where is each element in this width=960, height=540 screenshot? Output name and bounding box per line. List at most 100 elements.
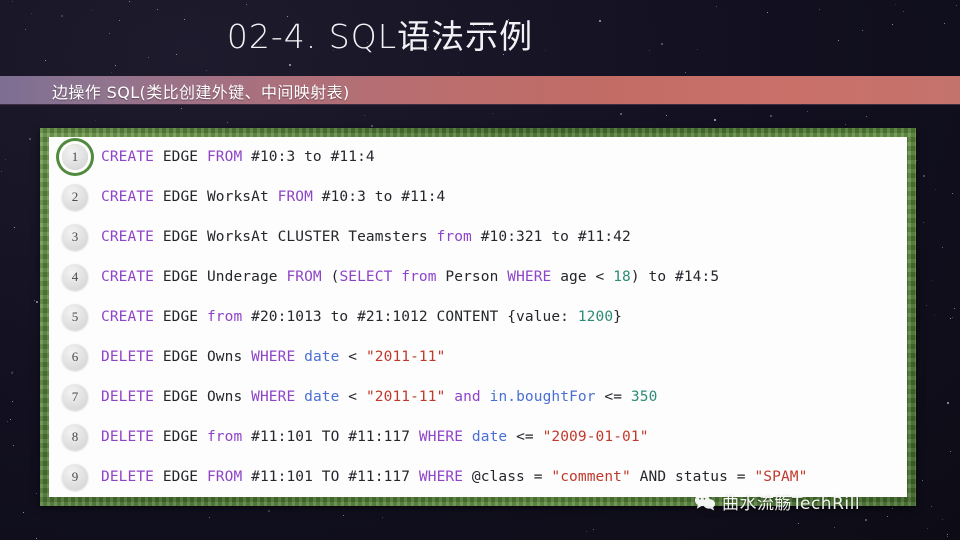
code-token: age < (551, 269, 614, 285)
code-token: CREATE (101, 229, 154, 245)
code-token: EDGE WorksAt (153, 189, 278, 205)
code-token: 350 (630, 389, 658, 405)
code-token: WHERE (251, 389, 296, 405)
code-line-text: CREATE EDGE WorksAt CLUSTER Teamsters fr… (101, 229, 631, 245)
code-line-text: CREATE EDGE WorksAt FROM #10:3 to #11:4 (101, 189, 445, 205)
code-token: DELETE (101, 469, 154, 485)
code-line[interactable]: 5 CREATE EDGE from #20:1013 to #21:1012 C… (49, 297, 907, 337)
line-number-gutter: 8 (49, 424, 101, 450)
code-token: "2011-11" (365, 389, 446, 405)
code-line[interactable]: 3 CREATE EDGE WorksAt CLUSTER Teamsters f… (49, 217, 907, 257)
code-token: 1200 (577, 309, 614, 325)
code-token: date (471, 429, 508, 445)
code-token: Person (436, 269, 508, 285)
line-number-badge: 7 (62, 384, 88, 410)
code-token: #10:3 to #11:4 (312, 189, 446, 205)
slide-root: 02-4. SQL语法示例 边操作 SQL(类比创建外键、中间映射表) 1 CRE… (0, 0, 960, 540)
code-token: FROM (206, 469, 243, 485)
code-token: "SPAM" (754, 469, 808, 485)
code-line-text: DELETE EDGE from #11:101 TO #11:117 WHER… (101, 429, 649, 445)
code-token: 18 (613, 269, 631, 285)
line-number-gutter: 9 (49, 464, 101, 490)
code-line-text: CREATE EDGE Underage FROM (SELECT from P… (101, 269, 719, 285)
code-line[interactable]: 4 CREATE EDGE Underage FROM (SELECT from … (49, 257, 907, 297)
code-token: CREATE (101, 269, 154, 285)
code-frame-border: 1 CREATE EDGE FROM #10:3 to #11:4 2 CREATE … (40, 128, 916, 506)
code-token: "2011-11" (365, 349, 446, 365)
code-token: "2009-01-01" (542, 429, 649, 445)
line-number-badge: 1 (62, 144, 88, 170)
code-token: EDGE (153, 429, 207, 445)
code-token: WHERE (507, 269, 552, 285)
code-token: AND status = (630, 469, 755, 485)
code-token: #10:3 to #11:4 (242, 149, 375, 165)
code-token: "comment" (551, 469, 631, 485)
code-token: < (339, 389, 366, 405)
code-token: date (304, 349, 340, 365)
code-token: DELETE (101, 349, 154, 365)
code-token: EDGE (153, 309, 207, 325)
code-token: WHERE (251, 349, 296, 365)
code-token: FROM (286, 269, 322, 285)
line-number-badge: 9 (62, 464, 88, 490)
code-token: EDGE Underage (153, 269, 287, 285)
code-line-text: DELETE EDGE Owns WHERE date < "2011-11" (101, 349, 445, 365)
line-number-badge: 5 (62, 304, 88, 330)
code-line[interactable]: 7 DELETE EDGE Owns WHERE date < "2011-11"… (49, 377, 907, 417)
code-line[interactable]: 9 DELETE EDGE FROM #11:101 TO #11:117 WHE… (49, 457, 907, 497)
line-number-badge: 3 (62, 224, 88, 250)
code-token: DELETE (101, 389, 154, 405)
line-number-gutter: 1 (49, 144, 101, 170)
code-token: <= (507, 429, 543, 445)
page-title: 02-4. SQL语法示例 (226, 17, 534, 56)
code-line[interactable]: 6 DELETE EDGE Owns WHERE date < "2011-11" (49, 337, 907, 377)
code-token: WHERE (418, 429, 464, 445)
code-token: EDGE Owns (153, 389, 252, 405)
code-token: DELETE (101, 429, 154, 445)
code-token: #11:101 TO #11:117 (242, 469, 419, 485)
code-line-text: CREATE EDGE from #20:1013 to #21:1012 CO… (101, 309, 622, 325)
code-token: ) to #14:5 (630, 269, 720, 285)
code-token: from (436, 229, 472, 245)
code-token: FROM (277, 189, 313, 205)
code-token: from (206, 429, 243, 445)
line-number-badge: 8 (62, 424, 88, 450)
code-token: from (401, 269, 437, 285)
code-token: EDGE (153, 469, 207, 485)
code-token: #20:1013 to #21:1012 CONTENT {value: (242, 309, 578, 325)
line-number-gutter: 3 (49, 224, 101, 250)
line-number-gutter: 7 (49, 384, 101, 410)
code-token: CREATE (101, 309, 154, 325)
code-token: @class = (463, 469, 552, 485)
code-token: and (454, 389, 481, 405)
line-number-gutter: 5 (49, 304, 101, 330)
code-token: EDGE WorksAt CLUSTER Teamsters (153, 229, 437, 245)
code-token: EDGE Owns (153, 349, 252, 365)
code-line[interactable]: 1 CREATE EDGE FROM #10:3 to #11:4 (49, 137, 907, 177)
line-number-badge: 2 (62, 184, 88, 210)
code-token: ( (321, 269, 340, 285)
code-token: from (206, 309, 243, 325)
code-token: WHERE (418, 469, 464, 485)
code-line-text: CREATE EDGE FROM #10:3 to #11:4 (101, 149, 375, 165)
code-block[interactable]: 1 CREATE EDGE FROM #10:3 to #11:4 2 CREATE … (49, 137, 907, 497)
line-number-gutter: 6 (49, 344, 101, 370)
code-token: CREATE (101, 189, 154, 205)
code-line[interactable]: 2 CREATE EDGE WorksAt FROM #10:3 to #11:4 (49, 177, 907, 217)
code-line[interactable]: 8 DELETE EDGE from #11:101 TO #11:117 WHE… (49, 417, 907, 457)
code-token: EDGE (153, 149, 207, 165)
line-number-badge: 6 (62, 344, 88, 370)
code-token: } (613, 309, 622, 325)
code-token: date (304, 389, 340, 405)
code-token: <= (595, 389, 631, 405)
line-number-badge: 4 (62, 264, 88, 290)
code-token: #11:101 TO #11:117 (242, 429, 419, 445)
code-token: #10:321 to #11:42 (471, 229, 631, 245)
code-line-text: DELETE EDGE FROM #11:101 TO #11:117 WHER… (101, 469, 807, 485)
code-token: SELECT (339, 269, 393, 285)
